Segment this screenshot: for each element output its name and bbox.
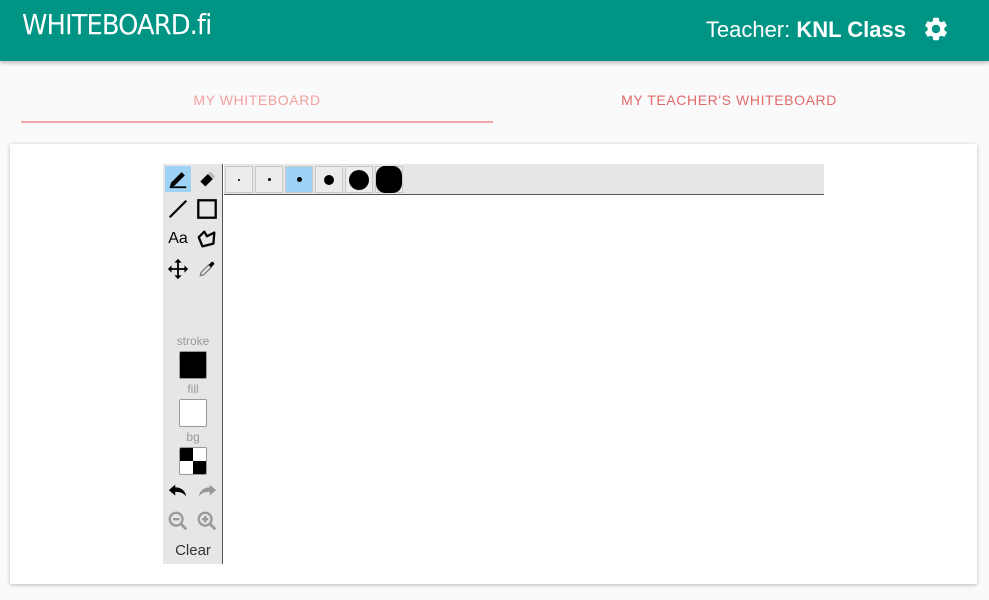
pencil-icon [169, 172, 187, 189]
text-tool-button[interactable]: Aa [165, 226, 191, 252]
zoom-in-button[interactable] [194, 508, 220, 534]
transparent-checker-icon [180, 448, 206, 474]
tab-teacher-whiteboard[interactable]: MY TEACHER'S WHITEBOARD [493, 61, 965, 123]
undo-icon [168, 484, 187, 497]
stroke-color-swatch[interactable] [179, 351, 207, 379]
eraser-icon [200, 171, 216, 187]
brush-size-3[interactable] [285, 166, 313, 193]
teacher-prefix: Teacher: [705, 17, 797, 42]
drawing-canvas[interactable] [224, 195, 824, 564]
fill-label: fill [187, 382, 199, 396]
fill-color-swatch[interactable] [179, 399, 207, 427]
clear-button[interactable]: Clear [163, 542, 223, 559]
tool-sidebar: Aa stroke fill bg Clear [163, 164, 223, 564]
eyedropper-tool-button[interactable] [194, 256, 220, 282]
class-name: KNL Class [796, 17, 906, 42]
brush-size-2[interactable] [255, 166, 283, 193]
brush-size-6[interactable] [375, 166, 403, 193]
line-tool-button[interactable] [165, 196, 191, 222]
undo-button[interactable] [165, 478, 191, 504]
tab-my-whiteboard[interactable]: MY WHITEBOARD [21, 61, 493, 123]
brush-size-5[interactable] [345, 166, 373, 193]
app-bar: WHITEBOARD.fi Teacher: KNL Class [0, 0, 989, 61]
zoom-out-button[interactable] [165, 508, 191, 534]
rectangle-icon [197, 199, 217, 219]
rectangle-tool-button[interactable] [194, 196, 220, 222]
move-tool-button[interactable] [165, 256, 191, 282]
polygon-tool-button[interactable] [194, 226, 220, 252]
brush-dot-icon [267, 178, 271, 181]
zoom-out-icon [168, 511, 188, 531]
bg-color-swatch[interactable] [179, 447, 207, 475]
redo-icon [198, 484, 217, 497]
pencil-tool-button[interactable] [165, 166, 191, 192]
zoom-in-icon [197, 511, 217, 531]
brush-size-4[interactable] [315, 166, 343, 193]
brush-dot-icon [238, 178, 240, 181]
polygon-icon [197, 230, 216, 248]
gear-icon[interactable] [922, 15, 950, 43]
brush-dot-icon [296, 177, 302, 182]
stroke-label: stroke [176, 334, 210, 348]
teacher-class-label: Teacher: KNL Class [706, 17, 906, 43]
eraser-tool-button[interactable] [194, 166, 220, 192]
app-logo[interactable]: WHITEBOARD.fi [22, 8, 212, 41]
move-icon [167, 258, 189, 280]
brush-dot-icon [349, 169, 369, 190]
eyedropper-icon [199, 261, 215, 277]
line-icon [168, 199, 188, 219]
tab-bar: MY WHITEBOARD MY TEACHER'S WHITEBOARD [0, 61, 989, 125]
brush-size-bar [224, 164, 824, 195]
redo-button[interactable] [194, 478, 220, 504]
brush-dot-icon [376, 166, 402, 193]
brush-dot-icon [324, 174, 334, 185]
brush-size-1[interactable] [225, 166, 253, 193]
bg-label: bg [186, 430, 200, 444]
